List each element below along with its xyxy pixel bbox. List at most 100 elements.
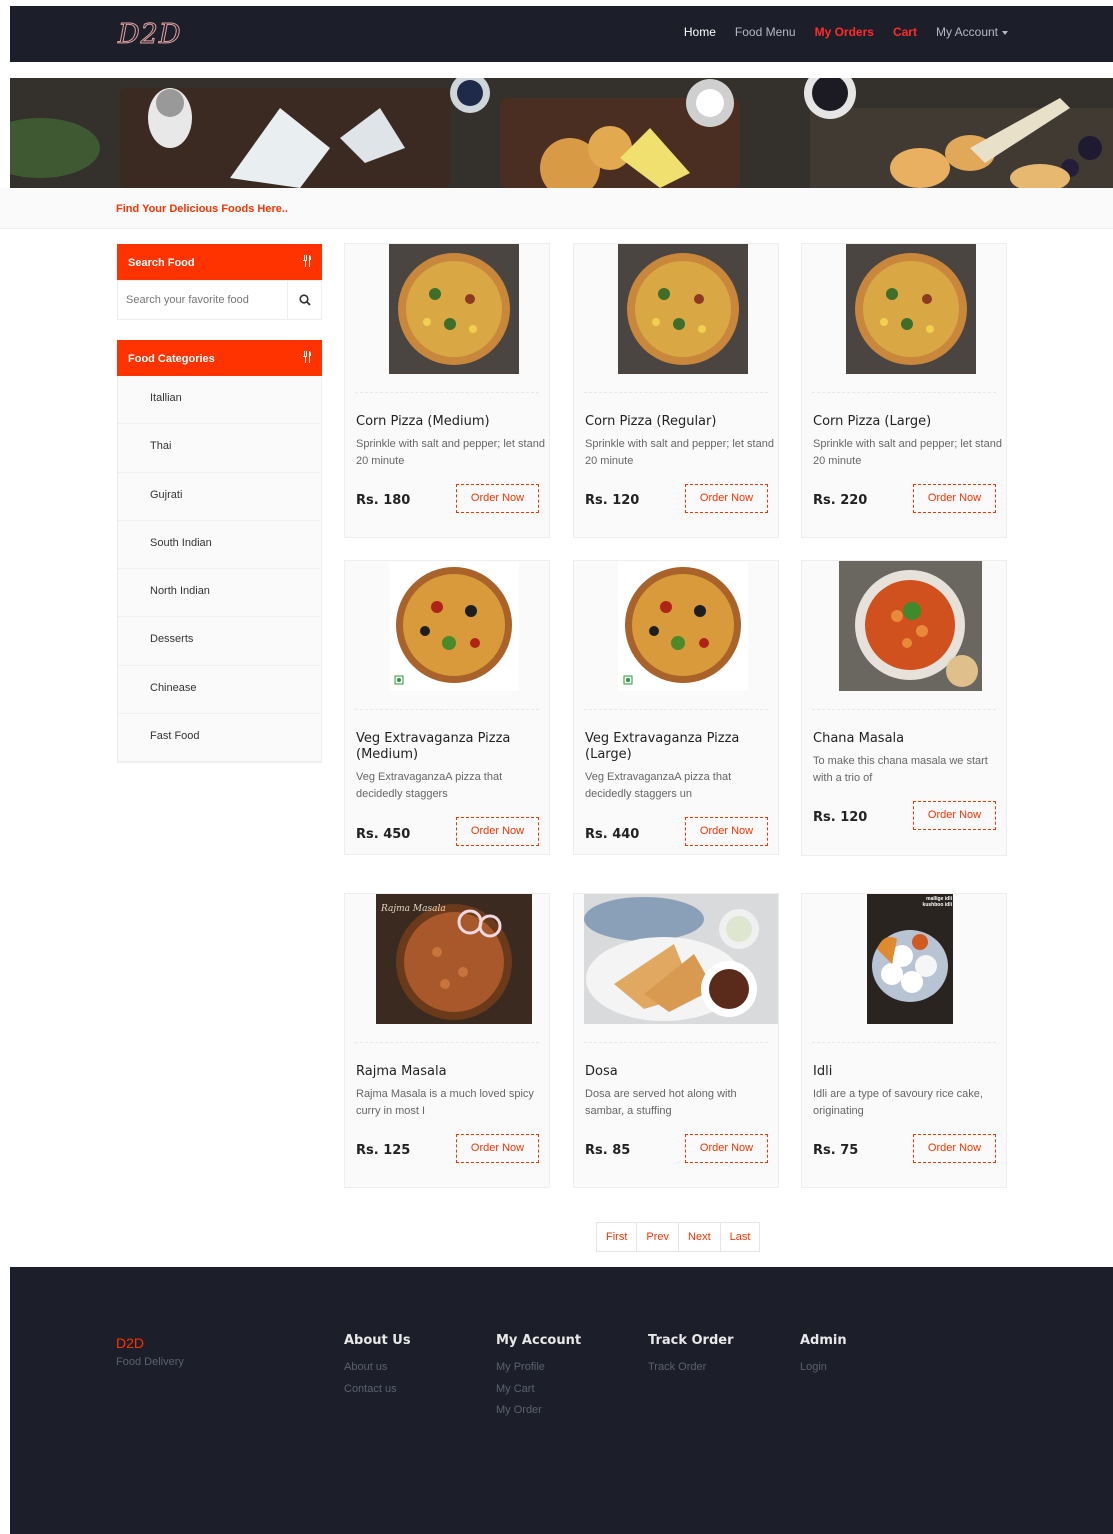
nav-my-account-label: My Account — [935, 25, 998, 39]
category-itallian[interactable]: Itallian — [118, 376, 321, 425]
footer-track-title: Track Order — [648, 1333, 734, 1348]
category-chinease[interactable]: Chinease — [118, 666, 321, 715]
food-categories-header: Food Categories — [117, 340, 322, 376]
food-title: Veg Extravaganza Pizza (Medium) — [356, 731, 511, 762]
search-icon — [299, 294, 311, 306]
footer-track-column: Track Order Track Order — [648, 1333, 734, 1379]
order-now-button[interactable]: Order Now — [913, 1134, 996, 1163]
nav-my-orders[interactable]: My Orders — [815, 25, 874, 39]
site-logo[interactable]: D2D — [117, 19, 181, 51]
footer-brand: D2D — [116, 1335, 145, 1351]
card-divider — [812, 1042, 996, 1043]
food-image[interactable] — [345, 244, 549, 392]
food-title: Corn Pizza (Medium) — [356, 414, 490, 429]
cutlery-icon — [303, 351, 311, 363]
food-description: Sprinkle with salt and pepper; let stand… — [585, 438, 774, 467]
card-divider — [584, 1042, 768, 1043]
order-now-button[interactable]: Order Now — [456, 817, 539, 846]
food-price: Rs. 440 — [585, 827, 640, 842]
food-card: Corn Pizza (Large) Sprinkle with salt an… — [801, 243, 1007, 538]
order-now-button[interactable]: Order Now — [685, 1134, 768, 1163]
footer-link-track-order[interactable]: Track Order — [648, 1357, 734, 1379]
food-image[interactable]: Rajma Masala — [345, 894, 549, 1042]
order-now-button[interactable]: Order Now — [913, 801, 996, 830]
food-title: Rajma Masala — [356, 1064, 447, 1079]
food-title: Corn Pizza (Large) — [813, 414, 932, 429]
food-card: Rajma Masala Rajma Masala Rajma Masala i… — [344, 893, 550, 1188]
card-divider — [355, 392, 539, 393]
order-now-button[interactable]: Order Now — [456, 484, 539, 513]
food-price: Rs. 85 — [585, 1143, 631, 1158]
food-card: Corn Pizza (Regular) Sprinkle with salt … — [573, 243, 779, 538]
food-card: mallige idli kushboo idli Idli Idli are … — [801, 893, 1007, 1188]
footer-link-my-profile[interactable]: My Profile — [496, 1357, 581, 1379]
cutlery-icon — [303, 255, 311, 267]
card-divider — [584, 709, 768, 710]
search-food-header: Search Food — [117, 244, 322, 280]
footer-link-my-cart[interactable]: My Cart — [496, 1379, 581, 1401]
food-title: Veg Extravaganza Pizza (Large) — [585, 731, 740, 762]
footer-link-login[interactable]: Login — [800, 1357, 847, 1379]
food-price: Rs. 75 — [813, 1143, 859, 1158]
nav-cart[interactable]: Cart — [893, 25, 917, 39]
card-divider — [812, 392, 996, 393]
order-now-button[interactable]: Order Now — [456, 1134, 539, 1163]
food-image[interactable] — [574, 894, 779, 1042]
food-description: Dosa are served hot along with sambar, a… — [585, 1088, 737, 1117]
category-gujrati[interactable]: Gujrati — [118, 473, 321, 521]
food-image[interactable] — [574, 561, 778, 709]
food-price: Rs. 180 — [356, 493, 411, 508]
footer-link-my-order[interactable]: My Order — [496, 1400, 581, 1422]
food-price: Rs. 120 — [585, 493, 640, 508]
food-description: Veg ExtravaganzaA pizza that decidedly s… — [585, 771, 732, 800]
footer-link-about-us[interactable]: About us — [344, 1357, 411, 1379]
category-south-indian[interactable]: South Indian — [118, 521, 321, 570]
food-card: Veg Extravaganza Pizza (Medium) Veg Extr… — [344, 560, 550, 855]
search-input[interactable] — [118, 281, 288, 319]
subheader-bar: Find Your Delicious Foods Here.. — [0, 188, 1113, 229]
food-image[interactable]: mallige idli kushboo idli — [802, 894, 1006, 1042]
food-image[interactable] — [574, 244, 778, 392]
search-button[interactable] — [287, 281, 321, 319]
order-now-button[interactable]: Order Now — [685, 484, 768, 513]
navbar: D2D Home Food Menu My Orders Cart My Acc… — [10, 6, 1113, 62]
category-fast-food[interactable]: Fast Food — [118, 714, 321, 763]
page-first-button[interactable]: First — [597, 1223, 638, 1251]
food-title: Dosa — [585, 1064, 618, 1079]
food-description: Rajma Masala is a much loved spicy curry… — [356, 1088, 534, 1117]
nav-food-menu[interactable]: Food Menu — [735, 25, 796, 39]
search-food-title: Search Food — [128, 257, 195, 269]
nav-my-account[interactable]: My Account — [936, 25, 1008, 39]
page-last-button[interactable]: Last — [721, 1223, 760, 1251]
food-title: Idli — [813, 1064, 833, 1079]
order-now-button[interactable]: Order Now — [685, 817, 768, 846]
food-card: Dosa Dosa are served hot along with samb… — [573, 893, 779, 1188]
food-image[interactable] — [802, 244, 1006, 392]
search-box — [117, 280, 322, 320]
card-divider — [812, 709, 996, 710]
category-thai[interactable]: Thai — [118, 424, 321, 473]
card-divider — [355, 1042, 539, 1043]
page-tagline: Find Your Delicious Foods Here.. — [116, 203, 288, 215]
food-categories-title: Food Categories — [128, 353, 215, 365]
category-north-indian[interactable]: North Indian — [118, 569, 321, 618]
food-description: Sprinkle with salt and pepper; let stand… — [356, 438, 545, 467]
food-price: Rs. 120 — [813, 810, 868, 825]
category-desserts[interactable]: Desserts — [118, 617, 321, 666]
food-description: Veg ExtravaganzaA pizza that decidedly s… — [356, 771, 503, 800]
food-description: To make this chana masala we start with … — [813, 755, 988, 784]
footer-link-contact-us[interactable]: Contact us — [344, 1379, 411, 1401]
footer-about-column: About Us About us Contact us — [344, 1333, 411, 1400]
food-image[interactable] — [802, 561, 1006, 709]
food-card: Chana Masala To make this chana masala w… — [801, 560, 1007, 856]
food-price: Rs. 220 — [813, 493, 868, 508]
pagination: First Prev Next Last — [596, 1222, 761, 1252]
nav-home[interactable]: Home — [684, 25, 716, 39]
page-next-button[interactable]: Next — [679, 1223, 721, 1251]
order-now-button[interactable]: Order Now — [913, 484, 996, 513]
food-description: Sprinkle with salt and pepper; let stand… — [813, 438, 1002, 467]
card-divider — [355, 709, 539, 710]
food-image[interactable] — [345, 561, 549, 709]
footer: D2D Food Delivery About Us About us Cont… — [10, 1267, 1113, 1534]
page-prev-button[interactable]: Prev — [637, 1223, 680, 1251]
